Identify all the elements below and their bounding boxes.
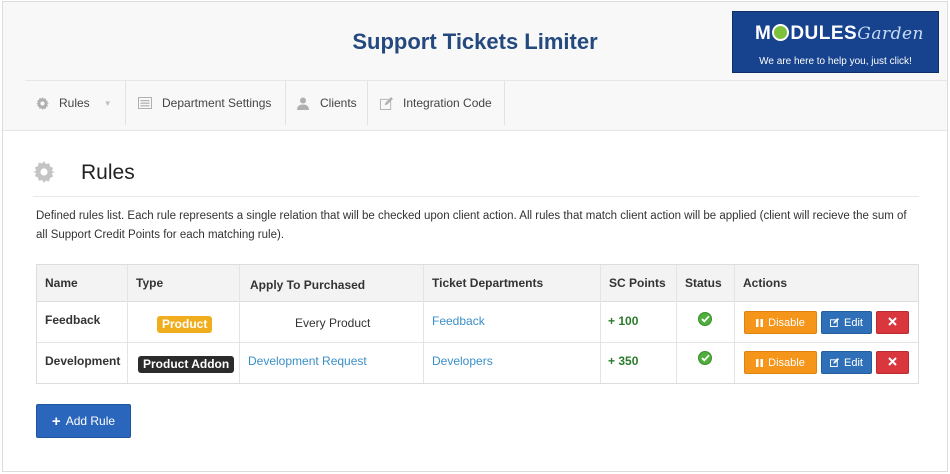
disable-label: Disable xyxy=(768,316,805,329)
delete-button[interactable] xyxy=(876,311,909,334)
nav-item-rules[interactable]: Rules ▼ xyxy=(25,81,126,125)
rule-name: Development xyxy=(45,354,121,368)
nav-item-department-settings[interactable]: Department Settings xyxy=(126,81,286,125)
status-cell xyxy=(698,338,712,378)
edit-button[interactable]: Edit xyxy=(821,311,872,334)
chevron-down-icon: ▼ xyxy=(103,98,112,108)
disable-button[interactable]: Disable xyxy=(744,311,817,334)
logo-tagline: We are here to help you, just click! xyxy=(759,56,912,67)
close-icon xyxy=(888,356,897,369)
edit-label: Edit xyxy=(844,316,863,329)
column-header-actions: Actions xyxy=(743,276,788,290)
rule-name: Feedback xyxy=(45,313,101,327)
column-header-type: Type xyxy=(136,276,164,290)
module-page: Support Tickets Limiter M DULESGarden We … xyxy=(2,1,948,472)
edit-icon xyxy=(830,318,840,327)
add-rule-button[interactable]: + Add Rule xyxy=(36,404,131,438)
rule-department-link[interactable]: Developers xyxy=(432,341,493,381)
column-header-sc-points: SC Points xyxy=(609,276,666,290)
table-row: Development Product Addon Development Re… xyxy=(37,343,918,384)
pause-icon xyxy=(756,318,764,327)
gear-icon xyxy=(33,161,55,183)
add-rule-label: Add Rule xyxy=(65,414,116,428)
nav-bar: Rules ▼ Department Settings Clients Inte… xyxy=(25,80,947,125)
edit-icon xyxy=(830,358,840,367)
check-circle-icon xyxy=(698,351,712,365)
rules-table: Name Type Apply To Purchased Ticket Depa… xyxy=(36,264,919,384)
nav-label-department-settings: Department Settings xyxy=(162,96,272,110)
page-title: Rules xyxy=(81,161,135,184)
disable-button[interactable]: Disable xyxy=(744,351,817,374)
nav-label-rules: Rules xyxy=(59,96,90,110)
type-badge: Product Addon xyxy=(138,355,235,373)
list-icon xyxy=(138,96,152,110)
edit-button[interactable]: Edit xyxy=(821,351,872,374)
table-header: Name Type Apply To Purchased Ticket Depa… xyxy=(37,265,918,302)
column-header-name: Name xyxy=(45,276,78,290)
gear-icon xyxy=(35,96,49,110)
close-icon xyxy=(888,316,897,329)
rule-sc-points: + 100 xyxy=(608,314,639,328)
modulesgarden-logo[interactable]: M DULESGarden We are here to help you, ju… xyxy=(732,11,939,73)
nav-item-clients[interactable]: Clients xyxy=(286,81,368,125)
edit-label: Edit xyxy=(844,356,863,369)
logo-globe-icon xyxy=(772,24,790,41)
status-cell xyxy=(698,299,712,339)
rules-description: Defined rules list. Each rule represents… xyxy=(36,210,907,241)
rule-type: Product Addon xyxy=(138,344,235,384)
column-header-apply-to: Apply To Purchased xyxy=(250,278,366,292)
user-icon xyxy=(296,96,310,110)
rules-section-header: Rules xyxy=(33,153,919,197)
rule-apply-to: Every Product xyxy=(295,316,371,330)
column-header-status: Status xyxy=(685,276,722,290)
page-header: Support Tickets Limiter M DULESGarden We … xyxy=(3,2,947,131)
table-row: Feedback Product Every Product Feedback … xyxy=(37,302,918,343)
rule-sc-points: + 350 xyxy=(608,354,639,368)
nav-label-clients: Clients xyxy=(320,96,357,110)
type-badge: Product xyxy=(157,315,213,333)
rule-department-link[interactable]: Feedback xyxy=(432,301,485,341)
check-circle-icon xyxy=(698,312,712,326)
logo-wordmark: M DULESGarden xyxy=(755,23,924,44)
rule-apply-to-link[interactable]: Development Request xyxy=(248,341,367,381)
rule-type: Product xyxy=(157,304,213,344)
edit-icon xyxy=(379,96,393,110)
plus-icon: + xyxy=(51,412,61,430)
pause-icon xyxy=(756,358,764,367)
nav-item-integration-code[interactable]: Integration Code xyxy=(368,81,505,125)
nav-label-integration-code: Integration Code xyxy=(403,96,492,110)
disable-label: Disable xyxy=(768,356,805,369)
column-header-departments: Ticket Departments xyxy=(432,276,544,290)
delete-button[interactable] xyxy=(876,351,909,374)
